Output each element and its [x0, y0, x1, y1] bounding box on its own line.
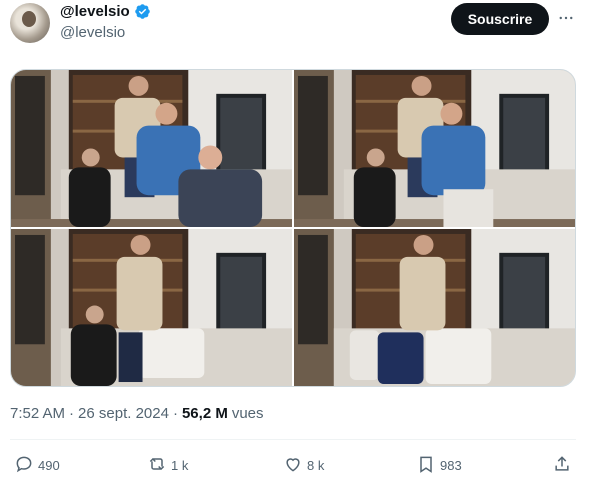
photo-3[interactable] [11, 229, 292, 386]
photo-2[interactable] [294, 70, 575, 227]
reply-icon [14, 454, 34, 477]
action-bar: 490 1 k 8 k 983 [10, 454, 576, 476]
author-display-name[interactable]: @levelsio [60, 3, 130, 20]
tweet-date[interactable]: 26 sept. 2024 [78, 405, 169, 422]
meta-separator: · [172, 405, 178, 422]
repost-button[interactable]: 1 k [147, 454, 188, 477]
author-name-row: @levelsio [60, 3, 151, 20]
meta-separator: · [69, 405, 75, 422]
divider [10, 439, 576, 440]
bookmark-count: 983 [440, 458, 462, 473]
author-handle[interactable]: @levelsio [60, 24, 125, 41]
verified-badge-icon [134, 3, 151, 20]
reply-count: 490 [38, 458, 60, 473]
views-label: vues [231, 405, 264, 422]
media-grid [10, 69, 576, 387]
like-count: 8 k [307, 458, 325, 473]
tweet-meta: 7:52 AM · 26 sept. 2024 · 56,2 M vues [10, 405, 264, 422]
photo-1[interactable] [11, 70, 292, 227]
like-button[interactable]: 8 k [283, 454, 324, 477]
tweet-header: @levelsio @levelsio Souscrire [0, 0, 590, 60]
repost-count: 1 k [171, 458, 189, 473]
subscribe-button[interactable]: Souscrire [451, 3, 549, 35]
more-horizontal-icon[interactable] [556, 8, 576, 28]
avatar[interactable] [10, 3, 50, 43]
tweet-time[interactable]: 7:52 AM [10, 405, 65, 422]
photo-4[interactable] [294, 229, 575, 386]
views-count: 56,2 M [181, 405, 228, 422]
share-button[interactable] [552, 454, 572, 477]
repost-icon [147, 454, 167, 477]
share-icon [552, 454, 572, 477]
reply-button[interactable]: 490 [14, 454, 60, 477]
bookmark-icon [416, 454, 436, 477]
bookmark-button[interactable]: 983 [416, 454, 462, 477]
heart-icon [283, 454, 303, 477]
